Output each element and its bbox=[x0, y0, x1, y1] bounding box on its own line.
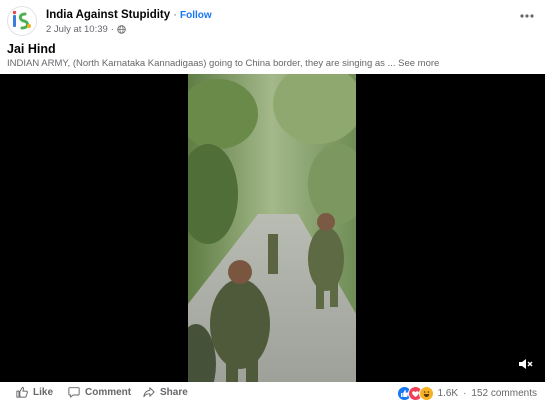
thumbs-up-icon bbox=[16, 386, 28, 398]
globe-icon bbox=[117, 25, 126, 34]
comment-icon bbox=[68, 387, 80, 398]
comment-label: Comment bbox=[85, 386, 132, 398]
comment-button[interactable]: Comment bbox=[68, 386, 131, 398]
like-button[interactable]: Like bbox=[16, 386, 53, 398]
post-title: Jai Hind bbox=[7, 42, 56, 56]
share-icon bbox=[143, 387, 155, 398]
more-horizontal-icon[interactable] bbox=[519, 8, 535, 24]
see-more-link[interactable]: See more bbox=[398, 58, 439, 69]
video-player[interactable] bbox=[0, 74, 545, 382]
video-frame bbox=[188, 74, 356, 382]
follow-button[interactable]: Follow bbox=[180, 10, 212, 21]
reaction-count[interactable]: 1.6K bbox=[437, 388, 458, 399]
haha-reaction-icon bbox=[419, 386, 435, 401]
page-avatar[interactable] bbox=[7, 6, 37, 36]
separator-dot: · bbox=[173, 9, 178, 21]
post-description-text: INDIAN ARMY, (North Karnataka Kannadigaa… bbox=[7, 58, 396, 69]
page-logo-icon bbox=[12, 10, 31, 30]
like-label: Like bbox=[33, 386, 54, 398]
comment-count[interactable]: 152 comments bbox=[471, 388, 537, 399]
action-bar: Like Comment Share 1.6K · 152 comments bbox=[0, 382, 545, 406]
share-label: Share bbox=[160, 386, 188, 398]
separator-dot: · bbox=[463, 388, 467, 399]
post-header: India Against Stupidity · Follow 2 July at… bbox=[0, 0, 545, 40]
reactions-summary[interactable]: 1.6K · 152 comments bbox=[397, 386, 537, 401]
post-timestamp[interactable]: 2 July at 10:39 bbox=[46, 24, 108, 35]
post-meta: 2 July at 10:39 · bbox=[46, 24, 126, 35]
speaker-muted-icon[interactable] bbox=[517, 356, 533, 372]
page-name[interactable]: India Against Stupidity bbox=[46, 9, 170, 21]
post-description: INDIAN ARMY, (North Karnataka Kannadigaa… bbox=[7, 58, 439, 69]
page-name-line: India Against Stupidity · Follow bbox=[46, 9, 212, 21]
reaction-icons bbox=[397, 386, 435, 401]
share-button[interactable]: Share bbox=[143, 386, 188, 398]
